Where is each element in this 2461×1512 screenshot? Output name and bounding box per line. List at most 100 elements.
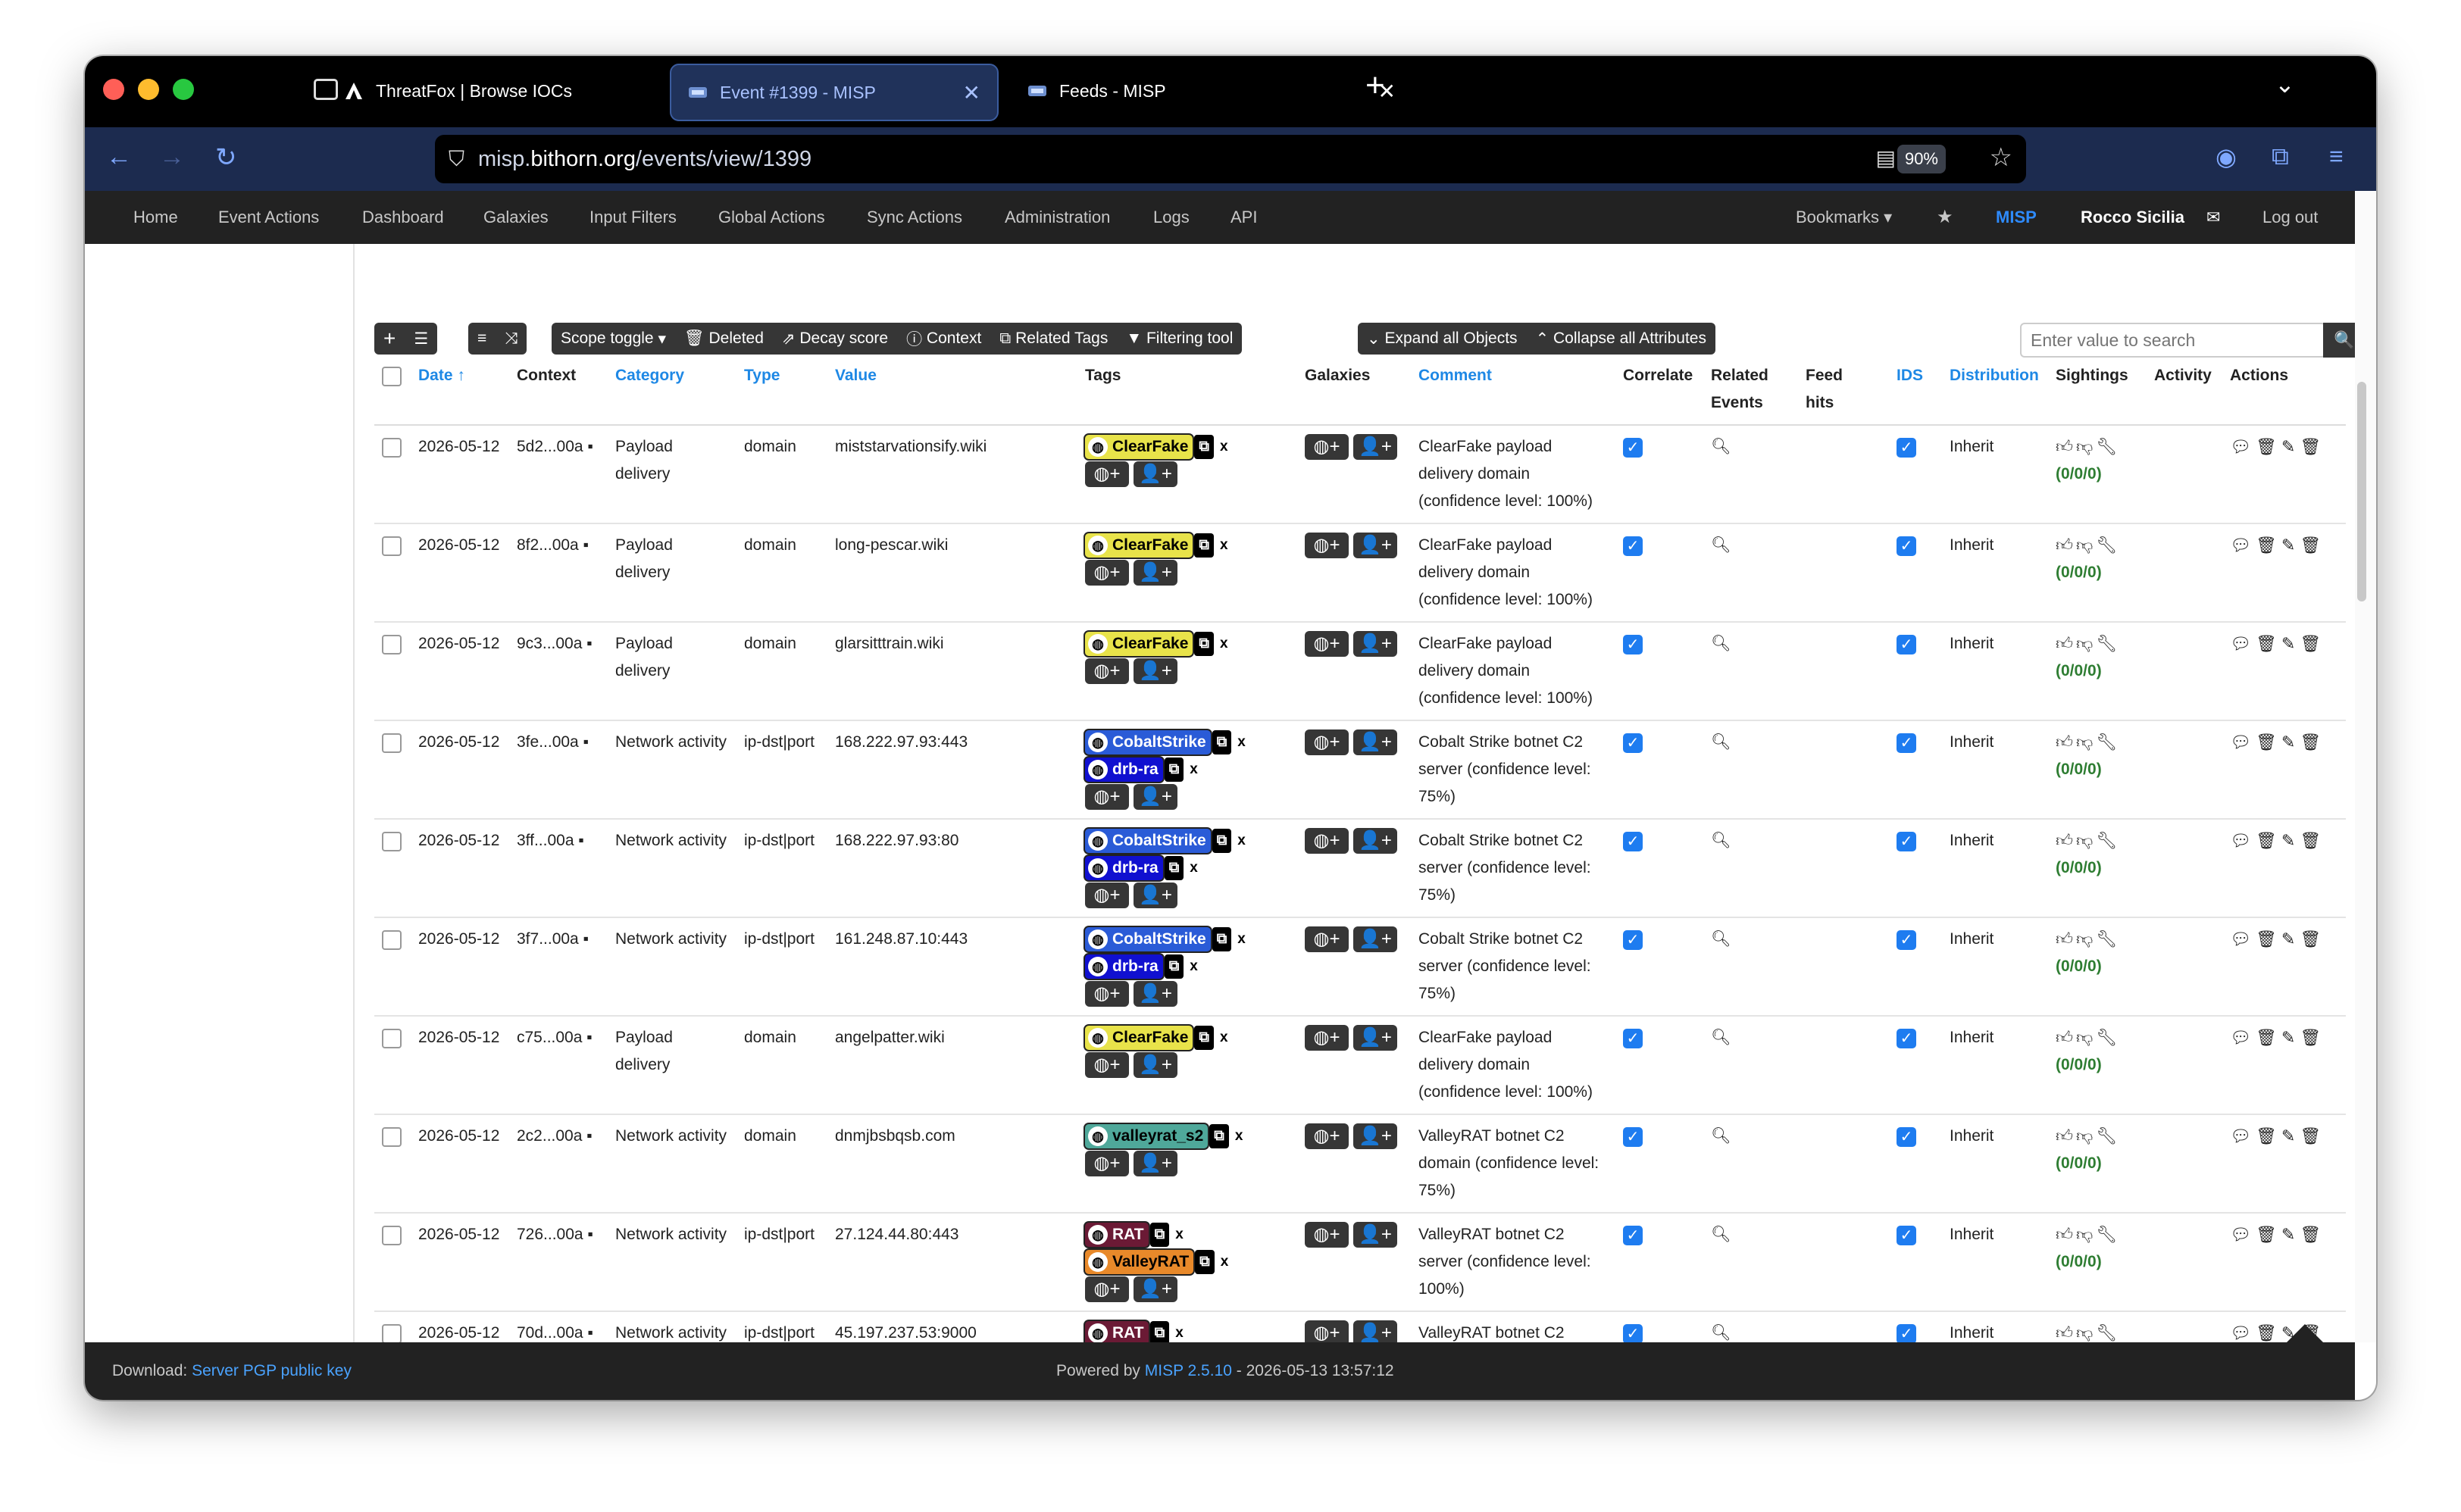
menu-item-administration[interactable]: Administration — [1005, 208, 1110, 227]
scope-toggle-button[interactable]: Scope toggle ▾ — [552, 323, 675, 355]
sitemap-icon[interactable]: ⧉ — [1164, 856, 1184, 880]
reload-icon[interactable]: ↻ — [215, 142, 237, 173]
thumbs-down-icon[interactable]: 👎︎ — [2076, 1225, 2096, 1244]
close-window-button[interactable] — [103, 79, 124, 100]
remove-tag-icon[interactable]: x — [1230, 1124, 1248, 1148]
search-icon[interactable]: 🔍︎ — [1711, 930, 1731, 948]
edit-icon[interactable]: ✎ — [2281, 929, 2300, 948]
thumbs-up-icon[interactable]: 👍︎ — [2056, 1323, 2076, 1342]
deleted-button[interactable]: 🗑 Deleted — [675, 323, 773, 355]
sitemap-icon[interactable]: ⧉ — [1194, 1026, 1214, 1050]
scrollbar-thumb[interactable] — [2357, 382, 2366, 601]
comment-header[interactable]: Comment — [1411, 356, 1615, 426]
search-icon[interactable]: 🔍︎ — [1711, 1127, 1731, 1145]
row-checkbox[interactable] — [382, 1127, 402, 1147]
uuid-copy-icon[interactable]: ▪ — [578, 832, 583, 849]
delete-icon[interactable]: 🗑︎ — [2300, 1028, 2325, 1047]
ids-checkbox[interactable]: ✓ — [1897, 438, 1916, 458]
back-to-top-button[interactable] — [2287, 1324, 2323, 1342]
add-global-galaxy-button[interactable]: ◍+ — [1305, 1320, 1349, 1342]
search-icon[interactable]: 🔍︎ — [1711, 1029, 1731, 1046]
remove-tag-icon[interactable]: x — [1233, 829, 1250, 853]
delete-icon[interactable]: 🗑︎ — [2300, 1225, 2325, 1244]
new-tab-button[interactable]: + — [1365, 67, 1385, 105]
menu-item-api[interactable]: API — [1230, 208, 1257, 227]
ids-header[interactable]: IDS — [1889, 356, 1942, 426]
thumbs-up-icon[interactable]: 👍︎ — [2056, 536, 2076, 555]
category-header[interactable]: Category — [608, 356, 736, 426]
tag-pill[interactable]: ◍ CobaltStrike — [1085, 927, 1211, 951]
menu-item-sync-actions[interactable]: Sync Actions — [867, 208, 962, 227]
correlate-checkbox[interactable]: ✓ — [1623, 536, 1643, 556]
add-global-tag-button[interactable]: ◍+ — [1085, 1276, 1129, 1302]
ids-checkbox[interactable]: ✓ — [1897, 1324, 1916, 1342]
row-checkbox[interactable] — [382, 635, 402, 654]
value-cell[interactable]: 45.197.237.53:9000 — [827, 1311, 1077, 1342]
edit-icon[interactable]: ✎ — [2281, 733, 2300, 751]
back-arrow-icon[interactable]: ← — [106, 142, 132, 172]
envelope-icon[interactable]: ✉ — [2206, 208, 2220, 227]
edit-icon[interactable]: ✎ — [2281, 437, 2300, 456]
correlate-checkbox[interactable]: ✓ — [1623, 635, 1643, 654]
add-local-galaxy-button[interactable]: 👤+ — [1353, 1320, 1397, 1342]
reader-view-icon[interactable]: ▤ — [1876, 145, 1896, 170]
tag-pill[interactable]: ◍ ClearFake — [1085, 533, 1193, 558]
search-icon[interactable]: 🔍︎ — [1711, 438, 1731, 455]
thumbs-up-icon[interactable]: 👍︎ — [2056, 1028, 2076, 1047]
row-checkbox[interactable] — [382, 536, 402, 556]
add-global-galaxy-button[interactable]: ◍+ — [1305, 434, 1349, 460]
correlate-checkbox[interactable]: ✓ — [1623, 930, 1643, 950]
select-all-checkbox[interactable] — [382, 367, 402, 386]
uuid-copy-icon[interactable]: ▪ — [583, 733, 589, 751]
edit-icon[interactable]: ✎ — [2281, 1225, 2300, 1244]
correlate-checkbox[interactable]: ✓ — [1623, 733, 1643, 753]
search-input[interactable] — [2022, 329, 2305, 351]
trash-icon[interactable]: 🗑︎ — [2256, 733, 2281, 751]
value-cell[interactable]: 161.248.87.10:443 — [827, 917, 1077, 1017]
account-icon[interactable]: ◉ — [2216, 142, 2237, 171]
related-tags-button[interactable]: ⧉ Related Tags — [990, 323, 1117, 355]
add-global-tag-button[interactable]: ◍+ — [1085, 658, 1129, 684]
correlate-checkbox[interactable]: ✓ — [1623, 1127, 1643, 1147]
tag-pill[interactable]: ◍ ClearFake — [1085, 632, 1193, 656]
shuffle-icon[interactable]: ⤨ — [496, 323, 527, 355]
correlate-checkbox[interactable]: ✓ — [1623, 1029, 1643, 1048]
search-button[interactable]: 🔍 — [2323, 323, 2355, 358]
sitemap-icon[interactable]: ⧉ — [1149, 1223, 1170, 1247]
thumbs-down-icon[interactable]: 👎︎ — [2076, 437, 2096, 456]
date-header[interactable]: Date ↑ — [411, 356, 509, 426]
delete-icon[interactable]: 🗑︎ — [2300, 733, 2325, 751]
tag-pill[interactable]: ◍ valleyrat_s2 — [1085, 1124, 1209, 1148]
uuid-copy-icon[interactable]: ▪ — [583, 536, 589, 554]
add-local-tag-button[interactable]: 👤+ — [1134, 1151, 1177, 1176]
delete-icon[interactable]: 🗑︎ — [2300, 536, 2325, 555]
tag-pill[interactable]: ◍ RAT — [1085, 1321, 1149, 1342]
remove-tag-icon[interactable]: x — [1233, 730, 1250, 754]
sitemap-icon[interactable]: ⧉ — [1194, 435, 1214, 459]
value-cell[interactable]: long-pescar.wiki — [827, 523, 1077, 623]
close-tab-icon[interactable]: ✕ — [963, 80, 980, 105]
uuid-copy-icon[interactable]: ▪ — [586, 1029, 592, 1046]
row-checkbox[interactable] — [382, 930, 402, 950]
correlate-checkbox[interactable]: ✓ — [1623, 832, 1643, 851]
remove-tag-icon[interactable]: x — [1215, 533, 1233, 558]
distribution-header[interactable]: Distribution — [1942, 356, 2048, 426]
add-local-tag-button[interactable]: 👤+ — [1134, 1052, 1177, 1078]
value-header[interactable]: Value — [827, 356, 1077, 426]
delete-icon[interactable]: 🗑︎ — [2300, 831, 2325, 850]
add-global-tag-button[interactable]: ◍+ — [1085, 461, 1129, 487]
thumbs-down-icon[interactable]: 👎︎ — [2076, 634, 2096, 653]
trash-icon[interactable]: 🗑︎ — [2256, 831, 2281, 850]
menu-item-global-actions[interactable]: Global Actions — [718, 208, 825, 227]
menu-item-event-actions[interactable]: Event Actions — [218, 208, 319, 227]
comment-icon[interactable]: 💬︎ — [2230, 437, 2256, 456]
tag-pill[interactable]: ◍ CobaltStrike — [1085, 829, 1211, 853]
value-cell[interactable]: 168.222.97.93:443 — [827, 720, 1077, 820]
menu-item-dashboard[interactable]: Dashboard — [362, 208, 444, 227]
tag-pill[interactable]: ◍ drb-ra — [1085, 856, 1163, 880]
minimize-window-button[interactable] — [138, 79, 159, 100]
tag-pill[interactable]: ◍ drb-ra — [1085, 954, 1163, 979]
tag-pill[interactable]: ◍ ClearFake — [1085, 1026, 1193, 1050]
tag-pill[interactable]: ◍ drb-ra — [1085, 758, 1163, 782]
row-checkbox[interactable] — [382, 733, 402, 753]
